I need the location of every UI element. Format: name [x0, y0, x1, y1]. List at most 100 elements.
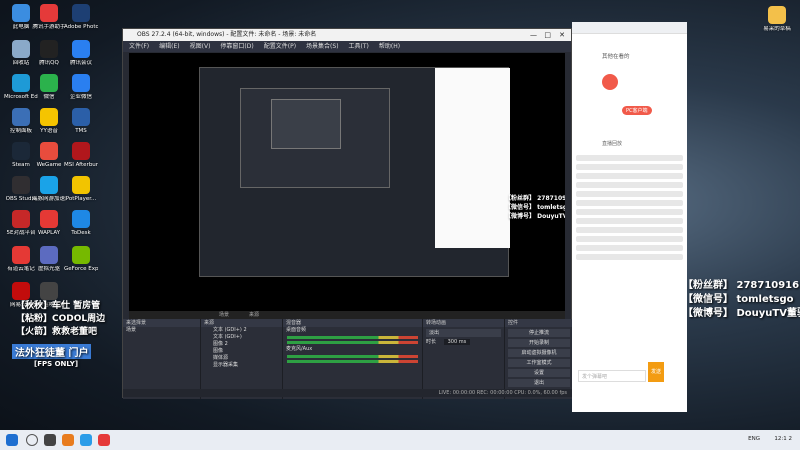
chat-line	[576, 164, 683, 170]
chat-line	[576, 245, 683, 251]
audio-meter	[287, 341, 418, 344]
source-item[interactable]: 图像	[201, 348, 282, 355]
chat-line	[576, 209, 683, 215]
desktop-icon[interactable]: WAPLAY	[32, 210, 66, 237]
desktop-icon[interactable]: WeGame	[32, 142, 66, 169]
menu-item[interactable]: 场景集合(S)	[306, 41, 339, 52]
app-icon	[12, 74, 30, 92]
folder-icon	[768, 6, 786, 24]
desktop-icon[interactable]: 腾讯QQ	[32, 40, 66, 67]
source-item[interactable]: 图像 2	[201, 341, 282, 348]
search-icon[interactable]	[26, 434, 38, 446]
app-icon[interactable]	[98, 434, 110, 446]
desktop-icon[interactable]: Adobe Photosh...	[64, 4, 98, 31]
desktop-icon[interactable]: PotPlayer...	[64, 176, 98, 203]
scenes-dock: 来选择景 场景	[123, 319, 201, 399]
overlay-left-2: 【粘粉】CODOL周边	[16, 314, 106, 324]
source-tab[interactable]: 来源	[249, 312, 259, 318]
overlay-fans: 【粉丝群】 278710916	[505, 195, 565, 202]
control-button[interactable]: 工作室模式	[508, 359, 570, 367]
chat-line	[576, 173, 683, 179]
section-label[interactable]: 直播回放	[602, 140, 622, 147]
explorer-icon[interactable]	[62, 434, 74, 446]
maximize-icon[interactable]: □	[544, 29, 551, 41]
desktop-icon[interactable]: TMS	[64, 108, 98, 135]
desktop-icon[interactable]: 腾讯手游助手	[32, 4, 66, 31]
desktop-icon-label: TMS	[75, 128, 87, 134]
overlay-fps: [FPS ONLY]	[34, 360, 79, 368]
desktop-icon[interactable]: 企业微信	[64, 74, 98, 101]
control-button[interactable]: 开始录制	[508, 339, 570, 347]
menu-item[interactable]: 文件(F)	[129, 41, 149, 52]
source-item[interactable]: 显示器采集	[201, 362, 282, 369]
control-button[interactable]: 启动虚拟摄像机	[508, 349, 570, 357]
transition-select[interactable]: 淡出	[426, 329, 501, 337]
desktop-icon-label: PotPlayer...	[65, 196, 97, 202]
menu-item[interactable]: 停靠窗口(D)	[220, 41, 253, 52]
overlay-wechat-large: 【微信号】 tomletsgo	[683, 294, 794, 305]
desktop-icon-label: 虚拟光驱	[37, 266, 60, 272]
source-item[interactable]: 文本 (GDI+) 2	[201, 327, 282, 334]
obs-title: OBS 27.2.4 (64-bit, windows) - 配置文件: 未命名…	[137, 31, 317, 38]
chat-list	[572, 152, 687, 263]
browser-toolbar	[572, 22, 687, 34]
desktop-icon[interactable]: MSI Afterburner	[64, 142, 98, 169]
app-icon	[40, 210, 58, 228]
mixer-dock-title: 混音器	[283, 319, 422, 327]
duration-label: 时长	[426, 339, 437, 345]
app-icon	[72, 74, 90, 92]
app-icon	[40, 74, 58, 92]
obs-window[interactable]: OBS 27.2.4 (64-bit, windows) - 配置文件: 未命名…	[122, 28, 573, 399]
desktop-icon[interactable]: 微信	[32, 74, 66, 101]
edge-icon[interactable]	[80, 434, 92, 446]
clock[interactable]: 12:1 2	[774, 436, 792, 442]
menu-item[interactable]: 配置文件(P)	[264, 41, 296, 52]
close-icon[interactable]: ✕	[559, 29, 565, 41]
menu-item[interactable]: 编辑(E)	[159, 41, 179, 52]
obs-title-bar: OBS 27.2.4 (64-bit, windows) - 配置文件: 未命名…	[123, 29, 571, 41]
app-icon	[40, 142, 58, 160]
desktop-icon-folder[interactable]: 易采的草稿	[760, 6, 794, 33]
start-icon[interactable]	[6, 434, 18, 446]
source-item[interactable]: 文本 (GDI+)	[201, 334, 282, 341]
app-icon	[40, 4, 58, 22]
browser-window[interactable]: 其他在看的 PC客户端 直播回放 发个弹幕吧 发送	[572, 22, 687, 412]
control-button[interactable]: 退出	[508, 379, 570, 387]
pc-client-button[interactable]: PC客户端	[622, 106, 652, 115]
danmaku-input[interactable]: 发个弹幕吧	[578, 370, 646, 382]
app-icon	[12, 246, 30, 264]
desktop-icon[interactable]: ToDesk	[64, 210, 98, 237]
desktop-icon-label: 易采的草稿	[763, 26, 791, 32]
control-button[interactable]: 停止推流	[508, 329, 570, 337]
menu-item[interactable]: 工具(T)	[349, 41, 369, 52]
browser-tab-label[interactable]: 其他在看的	[602, 52, 630, 60]
app-icon	[12, 4, 30, 22]
control-button[interactable]: 设置	[508, 369, 570, 377]
chat-line	[576, 254, 683, 260]
scene-item[interactable]: 场景	[123, 327, 200, 334]
app-icon	[40, 40, 58, 58]
taskbar: ENG 12:1 2	[0, 430, 800, 450]
desktop-icon[interactable]: 虚拟光驱	[32, 246, 66, 273]
desktop-icon[interactable]: 腾讯会议	[64, 40, 98, 67]
transitions-dock: 转场动画 淡出 时长 300 ms	[423, 319, 505, 399]
menu-item[interactable]: 视图(V)	[190, 41, 211, 52]
duration-input[interactable]: 300 ms	[443, 339, 471, 345]
chat-line	[576, 218, 683, 224]
desktop-icon-label: GeForce Experience	[64, 266, 98, 272]
desktop-icon[interactable]: GeForce Experience	[64, 246, 98, 273]
scene-tab[interactable]: 场景	[219, 312, 229, 318]
language-indicator[interactable]: ENG	[748, 436, 760, 442]
menu-item[interactable]: 帮助(H)	[379, 41, 400, 52]
desktop-icon-label: MSI Afterburner	[64, 162, 98, 168]
transitions-dock-title: 转场动画	[423, 319, 504, 327]
minimize-icon[interactable]: —	[530, 29, 537, 41]
audio-meter	[287, 360, 418, 363]
send-button[interactable]: 发送	[648, 362, 664, 382]
source-item[interactable]: 媒体源	[201, 355, 282, 362]
obs-preview[interactable]: 【粉丝群】 278710916 【微信号】 tomletsgo 【微博号】 Do…	[129, 53, 565, 311]
desktop-icon[interactable]: YY语音	[32, 108, 66, 135]
desktop-icon[interactable]: 海豚网游加速器5.0	[32, 176, 66, 203]
task-view-icon[interactable]	[44, 434, 56, 446]
app-icon	[72, 108, 90, 126]
